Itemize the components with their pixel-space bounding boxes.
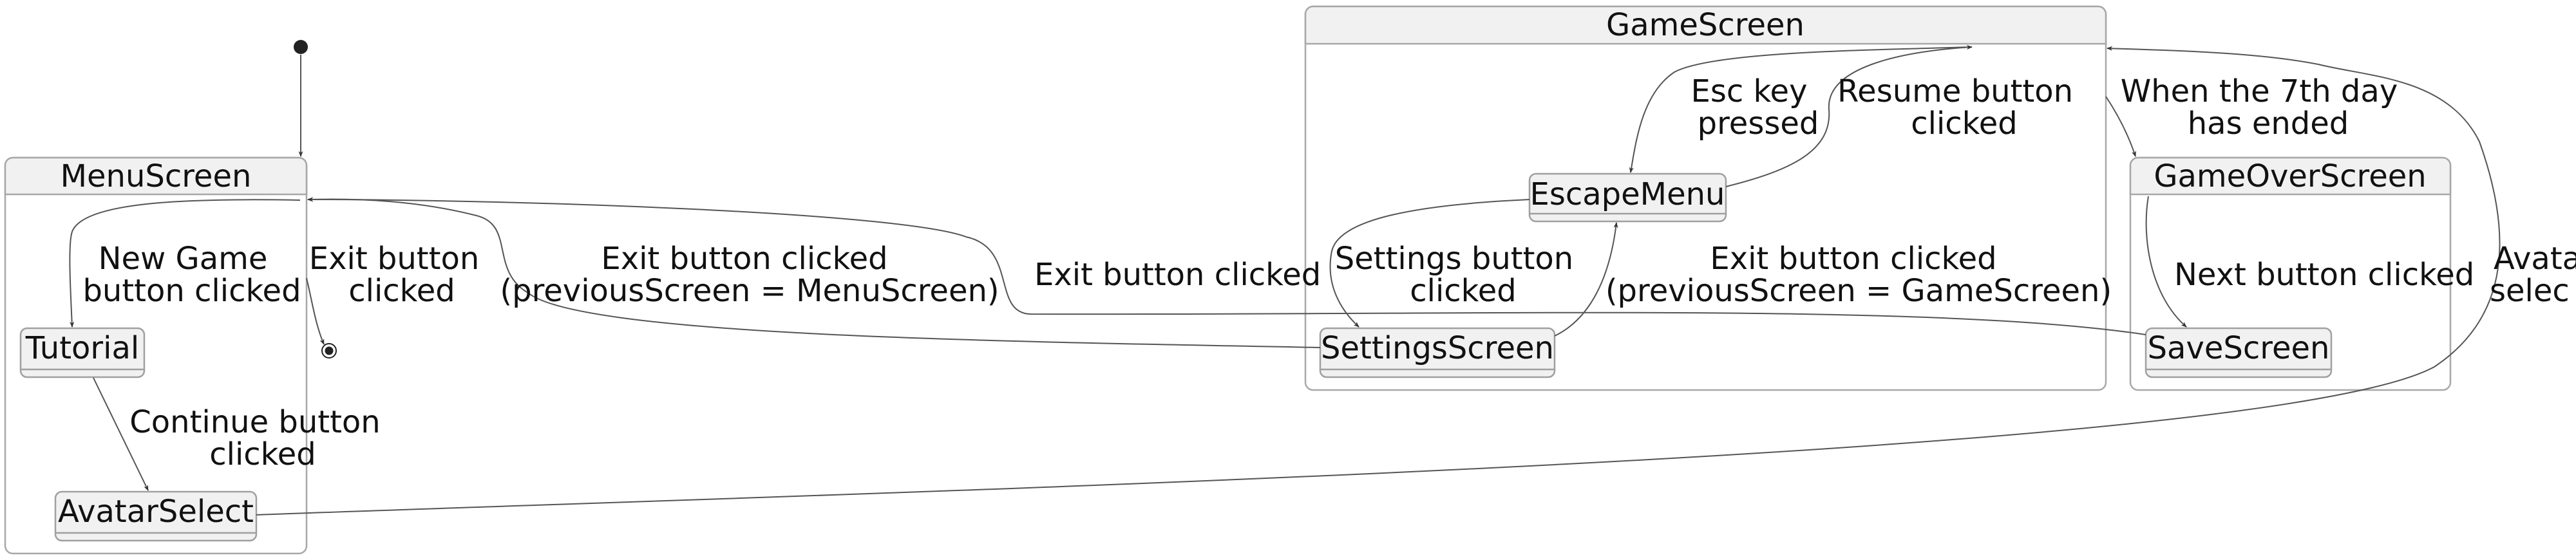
tutorial-state: Tutorial (19, 327, 146, 378)
label-resume-2: clicked (1911, 106, 2018, 142)
tutorial-label: Tutorial (25, 330, 139, 366)
save-screen-label: SaveScreen (2148, 330, 2330, 366)
state-diagram: MenuScreen GameScreen GameOverScreen Tut… (4, 5, 2576, 555)
label-new-game-1: New Game (99, 241, 268, 277)
game-over-screen-title: GameOverScreen (2154, 158, 2426, 194)
label-exit-save: Exit button clicked (1034, 257, 1321, 293)
label-esc-key-1: Esc key (1690, 73, 1807, 109)
label-exit-menu-2: clicked (348, 273, 455, 309)
label-next-button: Next button clicked (2174, 257, 2474, 293)
escape-menu-state: EscapeMenu (1528, 172, 1727, 223)
label-exit-menu-1: Exit button (309, 241, 479, 277)
label-avatar-cut-1: Avata (2494, 241, 2576, 277)
label-exit-settings-game-1: Exit button clicked (1710, 241, 1996, 277)
avatar-select-label: AvatarSelect (58, 494, 254, 530)
edge-exit-menu (306, 277, 325, 345)
label-continue-1: Continue button (129, 404, 380, 440)
label-exit-settings-menu-1: Exit button clicked (601, 241, 887, 277)
label-day-ended-1: When the 7th day (2121, 73, 2398, 109)
save-screen-state: SaveScreen (2145, 327, 2333, 378)
label-exit-settings-game-2: (previousScreen = GameScreen) (1605, 273, 2112, 309)
label-new-game-2: button clicked (82, 273, 301, 309)
initial-state-dot (294, 40, 308, 54)
label-avatar-cut-2: selec (2490, 273, 2570, 309)
final-state (321, 343, 337, 358)
label-exit-settings-menu-2: (previousScreen = MenuScreen) (500, 273, 999, 309)
label-settings-button-1: Settings button (1335, 241, 1573, 277)
label-day-ended-2: has ended (2188, 106, 2349, 142)
label-esc-key-2: pressed (1698, 106, 1819, 142)
avatar-select-state: AvatarSelect (54, 490, 258, 542)
settings-screen-state: SettingsScreen (1319, 327, 1556, 378)
settings-screen-label: SettingsScreen (1321, 330, 1554, 366)
label-resume-1: Resume button (1837, 73, 2073, 109)
label-settings-button-2: clicked (1410, 273, 1517, 309)
escape-menu-label: EscapeMenu (1530, 176, 1725, 212)
label-continue-2: clicked (209, 436, 316, 472)
menu-screen-title: MenuScreen (61, 158, 252, 194)
game-screen-title: GameScreen (1606, 7, 1804, 43)
